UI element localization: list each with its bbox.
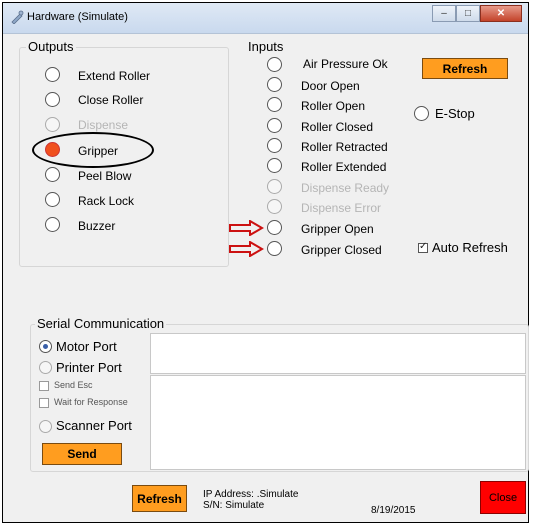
refresh-inputs-button[interactable]: Refresh	[422, 58, 508, 79]
annotation-circle	[32, 132, 154, 168]
annotation-arrow-icon	[229, 220, 264, 236]
input-indicator	[267, 241, 282, 256]
input-indicator	[267, 97, 282, 112]
footer-refresh-button[interactable]: Refresh	[132, 485, 187, 512]
send-esc-label: Send Esc	[54, 380, 93, 390]
output-label: Dispense	[78, 118, 129, 132]
input-label: Door Open	[301, 79, 360, 93]
wait-for-response-checkbox[interactable]	[39, 398, 49, 408]
ip-address-text: IP Address: .Simulate	[203, 489, 299, 500]
printer-port-label: Printer Port	[56, 360, 122, 375]
output-label: Extend Roller	[78, 69, 151, 83]
serial-legend: Serial Communication	[35, 316, 167, 331]
scanner-port-label: Scanner Port	[56, 418, 132, 433]
motor-port-label: Motor Port	[56, 339, 117, 354]
auto-refresh-label: Auto Refresh	[432, 240, 508, 255]
title-bar[interactable]: Hardware (Simulate) – □ ✕	[3, 3, 528, 34]
response-output[interactable]	[150, 375, 526, 470]
input-label: Dispense Error	[301, 201, 382, 215]
close-button[interactable]: Close	[480, 481, 526, 514]
app-icon	[11, 10, 24, 24]
estop-label: E-Stop	[435, 106, 475, 121]
minimize-button[interactable]: –	[432, 5, 456, 22]
maximize-icon: □	[464, 8, 472, 19]
output-radio[interactable]	[45, 92, 60, 107]
outputs-legend: Outputs	[26, 39, 76, 54]
client-area: Outputs Extend Roller Close Roller Dispe…	[9, 34, 529, 516]
output-radio[interactable]	[45, 167, 60, 182]
serial-number-text: S/N: Simulate	[203, 500, 265, 511]
input-label: Air Pressure Ok	[303, 57, 388, 71]
output-label: Peel Blow	[78, 169, 132, 183]
send-esc-checkbox[interactable]	[39, 381, 49, 391]
input-label: Gripper Closed	[301, 243, 382, 257]
annotation-arrow-icon	[229, 241, 264, 257]
auto-refresh-check[interactable]	[418, 241, 428, 253]
output-radio	[45, 117, 60, 132]
command-input[interactable]	[150, 333, 526, 374]
output-label: Buzzer	[78, 219, 116, 233]
maximize-button[interactable]: □	[456, 5, 480, 22]
input-label: Roller Extended	[301, 160, 387, 174]
output-radio[interactable]	[45, 192, 60, 207]
output-radio[interactable]	[45, 217, 60, 232]
output-label: Rack Lock	[78, 194, 135, 208]
input-label: Roller Closed	[301, 120, 374, 134]
motor-port-radio[interactable]	[39, 340, 52, 353]
hardware-window: Hardware (Simulate) – □ ✕ Outputs Extend…	[2, 2, 529, 523]
minimize-icon: –	[441, 8, 447, 19]
input-label: Roller Retracted	[301, 140, 388, 154]
input-indicator	[267, 179, 282, 194]
input-indicator	[267, 77, 282, 92]
output-radio[interactable]	[45, 67, 60, 82]
input-indicator	[267, 138, 282, 153]
printer-port-radio[interactable]	[39, 361, 52, 374]
input-indicator	[267, 158, 282, 173]
window-controls: – □ ✕	[432, 5, 522, 23]
output-label: Close Roller	[78, 93, 144, 107]
estop-indicator	[414, 106, 429, 121]
input-indicator	[267, 118, 282, 133]
input-label: Dispense Ready	[301, 181, 390, 195]
input-indicator	[267, 220, 282, 235]
send-button[interactable]: Send	[42, 443, 122, 465]
input-label: Gripper Open	[301, 222, 374, 236]
inputs-legend: Inputs	[246, 39, 286, 54]
close-icon: ✕	[496, 8, 506, 19]
window-title: Hardware (Simulate)	[27, 11, 128, 23]
date-text: 8/19/2015	[371, 505, 416, 516]
scanner-port-radio[interactable]	[39, 420, 52, 433]
input-label: Roller Open	[301, 99, 366, 113]
input-indicator	[267, 57, 282, 72]
wait-for-response-label: Wait for Response	[54, 397, 128, 407]
close-window-button[interactable]: ✕	[480, 5, 522, 22]
input-indicator	[267, 199, 282, 214]
